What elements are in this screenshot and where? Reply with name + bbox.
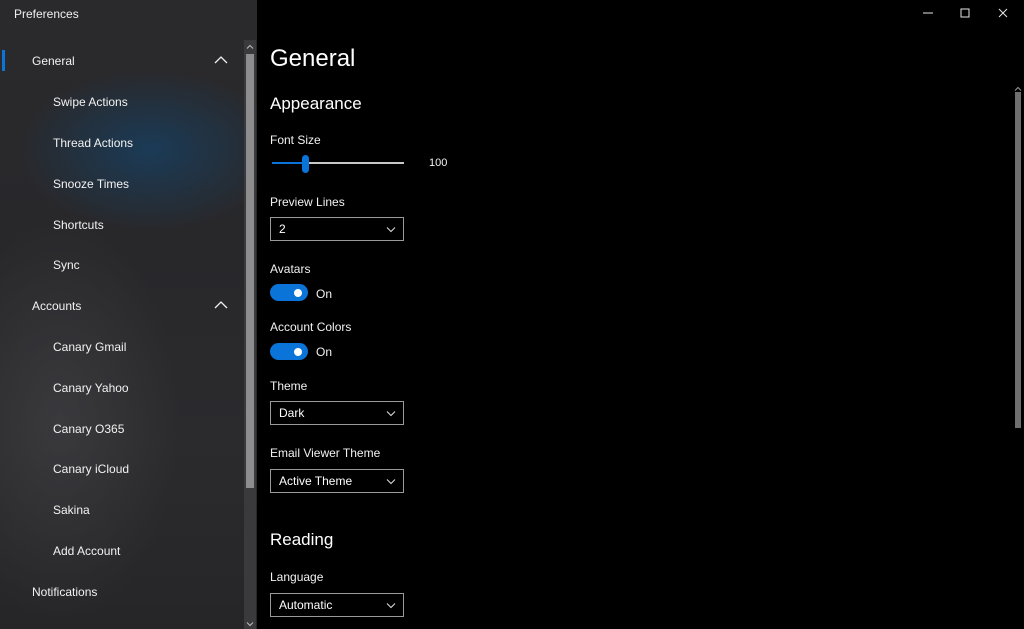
font-size-value: 100 [429,157,448,169]
main-scrollbar[interactable] [1012,80,1024,629]
window-title: Preferences [14,7,79,21]
avatars-label: Avatars [270,262,311,276]
sidebar-item-general[interactable]: General [0,41,244,82]
close-icon [998,5,1008,23]
sidebar-item-canary-o365[interactable]: Canary O365 [0,408,244,449]
sidebar-item-label: Thread Actions [53,135,134,150]
account-colors-toggle[interactable] [270,343,308,360]
maximize-icon [960,5,970,23]
preview-lines-dropdown[interactable]: 2 [270,217,404,241]
sidebar-item-canary-yahoo[interactable]: Canary Yahoo [0,367,244,408]
avatars-toggle-state: On [316,287,333,301]
dropdown-value: 2 [279,222,286,236]
scroll-down-arrow-icon[interactable] [244,617,256,629]
sidebar-item-label: Shortcuts [53,217,104,232]
chevron-down-icon [386,478,396,485]
scroll-up-arrow-icon[interactable] [244,40,256,52]
page-title: General [270,45,356,72]
chevron-down-icon [386,410,396,417]
language-dropdown[interactable]: Automatic [270,593,404,617]
sidebar-scrollbar-thumb[interactable] [246,54,254,488]
dropdown-value: Automatic [279,598,333,612]
font-size-slider[interactable] [272,154,404,174]
section-heading-appearance: Appearance [270,94,362,113]
sidebar-item-add-account[interactable]: Add Account [0,531,244,572]
account-colors-toggle-state: On [316,345,333,359]
sidebar-item-label: Accounts [32,299,82,314]
theme-dropdown[interactable]: Dark [270,401,404,425]
chevron-up-icon[interactable] [214,300,228,310]
sidebar-nav: General Swipe Actions Thread Actions Sno… [0,41,244,612]
sidebar-item-label: Snooze Times [53,176,130,191]
sidebar: Preferences General Swipe Actions Thread… [0,0,257,629]
minimize-button[interactable] [910,0,946,28]
sidebar-item-swipe-actions[interactable]: Swipe Actions [0,82,244,123]
maximize-button[interactable] [947,0,983,28]
sidebar-item-snooze-times[interactable]: Snooze Times [0,163,244,204]
chevron-up-icon[interactable] [214,55,228,65]
sidebar-item-label: Notifications [32,584,98,599]
main-content: General Appearance Font Size 100 Preview… [257,0,1024,629]
font-size-label: Font Size [270,133,321,147]
sidebar-item-label: Swipe Actions [53,95,128,110]
account-colors-label: Account Colors [270,320,352,334]
dropdown-value: Dark [279,406,305,420]
slider-fill [272,162,305,164]
sidebar-item-label: Canary iCloud [53,462,130,477]
slider-thumb[interactable] [302,155,309,173]
minimize-icon [923,5,933,23]
sidebar-item-label: Add Account [53,543,121,558]
sidebar-item-thread-actions[interactable]: Thread Actions [0,123,244,164]
chevron-down-icon [386,602,396,609]
close-button[interactable] [985,0,1021,28]
sidebar-item-sakina[interactable]: Sakina [0,490,244,531]
sidebar-item-label: Canary Yahoo [53,380,129,395]
sidebar-item-accounts[interactable]: Accounts [0,286,244,327]
scroll-up-arrow-icon[interactable] [1013,81,1023,91]
avatars-toggle[interactable] [270,284,308,301]
language-label: Language [270,570,324,584]
toggle-knob [294,288,302,297]
sidebar-item-sync[interactable]: Sync [0,245,244,286]
section-heading-reading: Reading [270,530,334,549]
sidebar-item-notifications[interactable]: Notifications [0,571,244,612]
sidebar-item-canary-gmail[interactable]: Canary Gmail [0,327,244,368]
sidebar-item-canary-icloud[interactable]: Canary iCloud [0,449,244,490]
chevron-down-icon [386,226,396,233]
sidebar-scrollbar[interactable] [244,40,256,629]
email-viewer-theme-dropdown[interactable]: Active Theme [270,469,404,493]
sidebar-item-shortcuts[interactable]: Shortcuts [0,204,244,245]
sidebar-item-label: Canary Gmail [53,339,127,354]
sidebar-item-label: Sync [53,258,80,273]
email-viewer-theme-label: Email Viewer Theme [270,446,381,460]
sidebar-item-label: Canary O365 [53,421,125,436]
preview-lines-label: Preview Lines [270,195,345,209]
sidebar-item-label: General [32,54,75,69]
dropdown-value: Active Theme [279,474,353,488]
theme-label: Theme [270,379,308,393]
sidebar-item-label: Sakina [53,503,90,518]
main-scrollbar-thumb[interactable] [1015,92,1021,428]
toggle-knob [294,347,302,356]
